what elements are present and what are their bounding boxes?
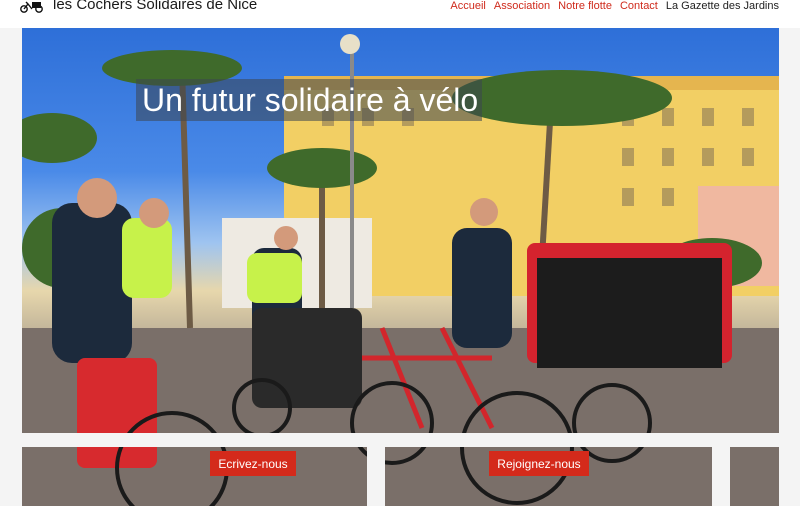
hero-photo: Un futur solidaire à vélo: [22, 28, 779, 506]
site-title[interactable]: les Cochers Solidaires de Nice: [53, 0, 257, 13]
site-header: les Cochers Solidaires de Nice Accueil A…: [0, 0, 800, 28]
write-to-us-button[interactable]: Ecrivez-nous: [210, 451, 296, 476]
nav-la-gazette-des-jardins[interactable]: La Gazette des Jardins: [666, 0, 779, 12]
nav-contact[interactable]: Contact: [620, 0, 658, 12]
site-logo[interactable]: [20, 0, 44, 14]
nav-accueil[interactable]: Accueil: [450, 0, 485, 12]
bicycle-rickshaw-icon: [20, 1, 43, 13]
join-us-button[interactable]: Rejoignez-nous: [489, 451, 589, 476]
main-nav: Accueil Association Notre flotte Contact…: [442, 0, 779, 12]
hero-title: Un futur solidaire à vélo: [142, 82, 479, 118]
nav-association[interactable]: Association: [494, 0, 550, 12]
nav-notre-flotte[interactable]: Notre flotte: [558, 0, 612, 12]
